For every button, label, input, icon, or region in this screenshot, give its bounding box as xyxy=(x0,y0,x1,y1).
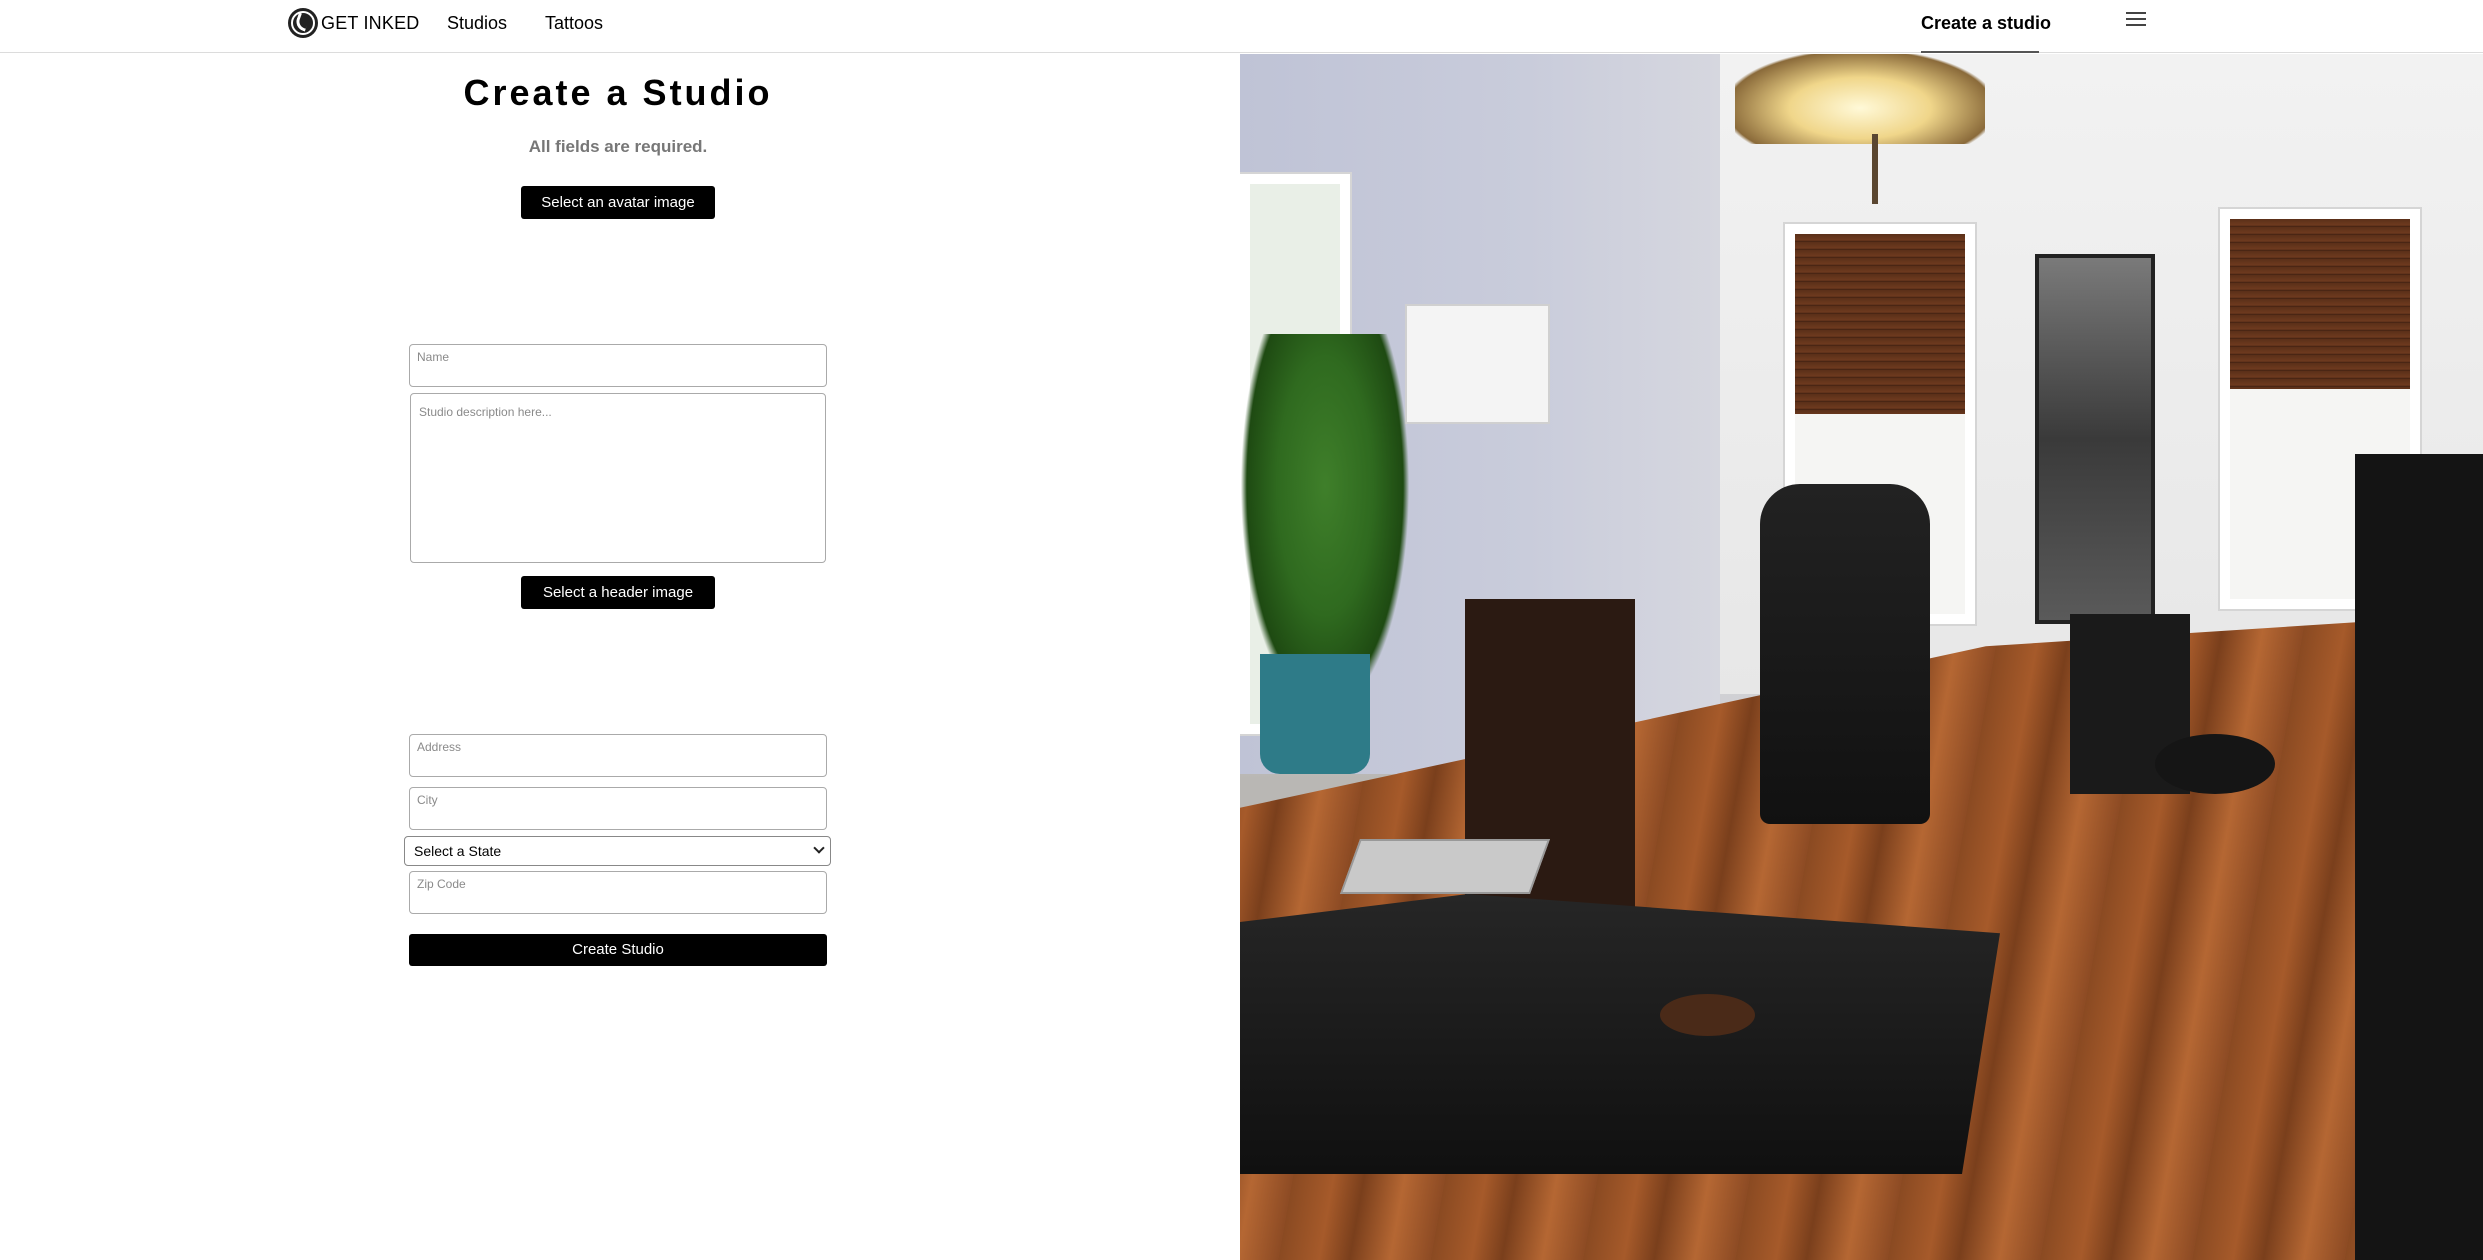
description-textarea[interactable]: Studio description here... xyxy=(410,393,826,563)
city-placeholder: City xyxy=(417,793,438,807)
create-studio-form: Create a Studio All fields are required.… xyxy=(0,54,1240,1260)
tattoo-studio-photo xyxy=(1240,54,2483,1260)
zip-code-placeholder: Zip Code xyxy=(417,877,466,891)
nav-link-studios[interactable]: Studios xyxy=(447,13,507,34)
name-placeholder: Name xyxy=(417,350,450,364)
address-field[interactable]: Address xyxy=(409,734,827,777)
select-avatar-button[interactable]: Select an avatar image xyxy=(521,186,715,219)
state-select[interactable]: Select a State xyxy=(404,836,831,866)
brand-logo-icon xyxy=(288,8,318,38)
name-field[interactable]: Name xyxy=(409,344,827,387)
active-nav-underline xyxy=(1921,51,2039,53)
hamburger-menu-icon[interactable] xyxy=(2126,12,2148,30)
nav-link-create-studio[interactable]: Create a studio xyxy=(1921,13,2051,34)
brand-link[interactable]: GET INKED xyxy=(288,7,420,39)
top-navbar: GET INKED Studios Tattoos Create a studi… xyxy=(0,0,2483,53)
create-studio-button[interactable]: Create Studio xyxy=(409,934,827,966)
nav-link-tattoos[interactable]: Tattoos xyxy=(545,13,603,34)
select-header-button[interactable]: Select a header image xyxy=(521,576,715,609)
required-fields-note: All fields are required. xyxy=(528,137,708,156)
state-select-value: Select a State xyxy=(414,843,502,859)
description-placeholder: Studio description here... xyxy=(419,405,552,419)
address-placeholder: Address xyxy=(417,740,462,754)
chevron-down-icon xyxy=(813,842,825,854)
city-field[interactable]: City xyxy=(409,787,827,830)
zip-code-field[interactable]: Zip Code xyxy=(409,871,827,914)
brand-name: GET INKED xyxy=(321,12,420,33)
page-title: Create a Studio xyxy=(463,72,773,113)
